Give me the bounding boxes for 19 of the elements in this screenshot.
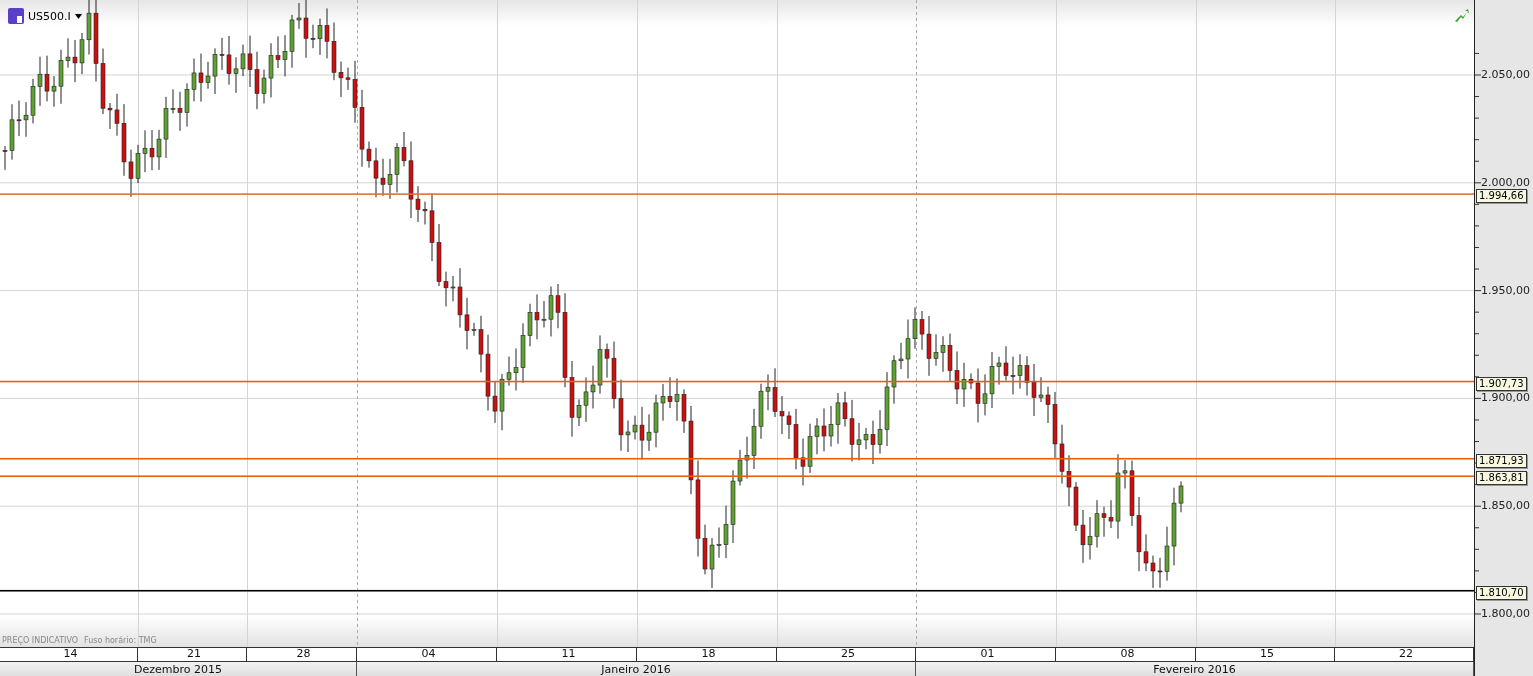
- price-tick-label: 1.800,00: [1481, 606, 1530, 620]
- caret-icon: [74, 13, 82, 19]
- price-tag: 1.994,66: [1476, 189, 1527, 204]
- month-label: Dezembro 2015: [0, 662, 357, 676]
- trend-icon: [1455, 9, 1469, 22]
- month-label: Janeiro 2016: [357, 662, 916, 676]
- footnote-text: Fuso horário: TMG: [84, 636, 157, 645]
- price-tick-label: 2.000,00: [1481, 175, 1530, 189]
- price-tick-label: 1.950,00: [1481, 283, 1530, 297]
- price-tick-label: 1.900,00: [1481, 390, 1530, 404]
- symbol-dropdown[interactable]: US500.I: [8, 8, 82, 24]
- price-tag: 1.863,81: [1476, 471, 1527, 486]
- price-tick-label: 2.050,00: [1481, 67, 1530, 81]
- price-tick-label: 1.850,00: [1481, 498, 1530, 512]
- cfd-icon: [8, 8, 24, 24]
- price-tag: 1.871,93: [1476, 453, 1527, 468]
- price-tag: 1.907,73: [1476, 376, 1527, 391]
- price-tag: 1.810,70: [1476, 585, 1527, 600]
- footnote-text: PREÇO INDICATIVO: [2, 636, 79, 645]
